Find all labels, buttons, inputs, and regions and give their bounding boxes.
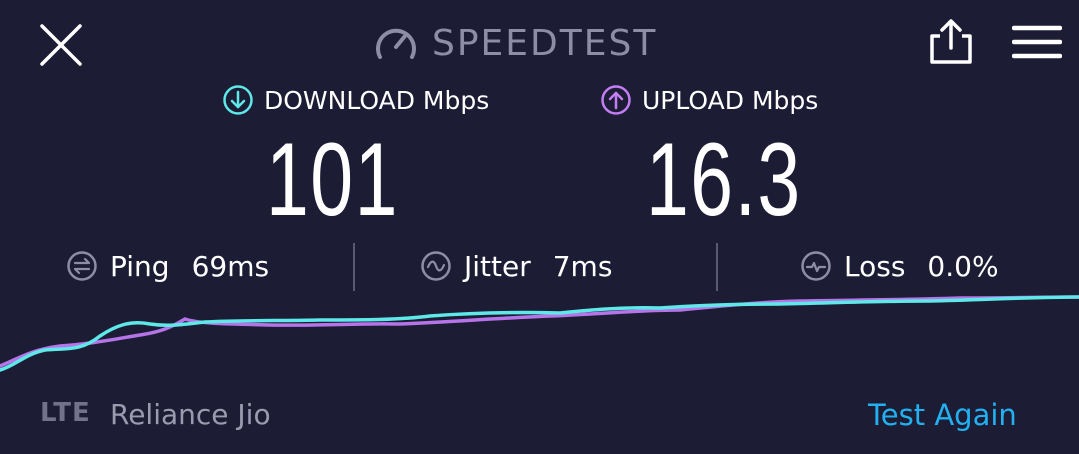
hamburger-menu-icon bbox=[1011, 25, 1063, 59]
jitter-icon bbox=[421, 251, 451, 281]
download-label: DOWNLOAD Mbps bbox=[264, 85, 490, 115]
share-button[interactable] bbox=[926, 18, 976, 66]
speed-graph bbox=[0, 295, 1079, 372]
menu-button[interactable] bbox=[1011, 24, 1063, 62]
close-icon bbox=[40, 24, 82, 66]
connection-type: LTE bbox=[40, 398, 91, 428]
download-speed-value: 101 bbox=[266, 122, 399, 238]
download-header: DOWNLOAD Mbps bbox=[222, 84, 489, 116]
speedometer-icon bbox=[376, 28, 416, 59]
upload-speed-value: 16.3 bbox=[646, 122, 802, 238]
carrier-name: Reliance Jio bbox=[110, 398, 271, 431]
upload-header: UPLOAD Mbps bbox=[600, 84, 818, 116]
ping-label: Ping bbox=[110, 249, 170, 283]
test-again-button[interactable]: Test Again bbox=[868, 398, 1017, 432]
ping-icon bbox=[67, 251, 97, 281]
loss-icon bbox=[801, 251, 831, 281]
ping-value: 69ms bbox=[191, 249, 270, 283]
jitter-value: 7ms bbox=[552, 249, 613, 283]
arrow-down-circle-icon bbox=[223, 85, 253, 115]
upload-label: UPLOAD Mbps bbox=[642, 85, 819, 115]
download-graph-line bbox=[0, 295, 1079, 372]
loss-value: 0.0% bbox=[927, 249, 999, 283]
jitter-label: Jitter bbox=[464, 249, 531, 283]
close-button[interactable] bbox=[38, 22, 84, 68]
app-brand: SPEEDTEST bbox=[374, 18, 657, 68]
share-icon bbox=[930, 19, 972, 64]
arrow-up-circle-icon bbox=[601, 85, 631, 115]
upload-graph-line bbox=[0, 295, 1079, 368]
app-title: SPEEDTEST bbox=[432, 22, 658, 64]
loss-label: Loss bbox=[844, 249, 906, 283]
